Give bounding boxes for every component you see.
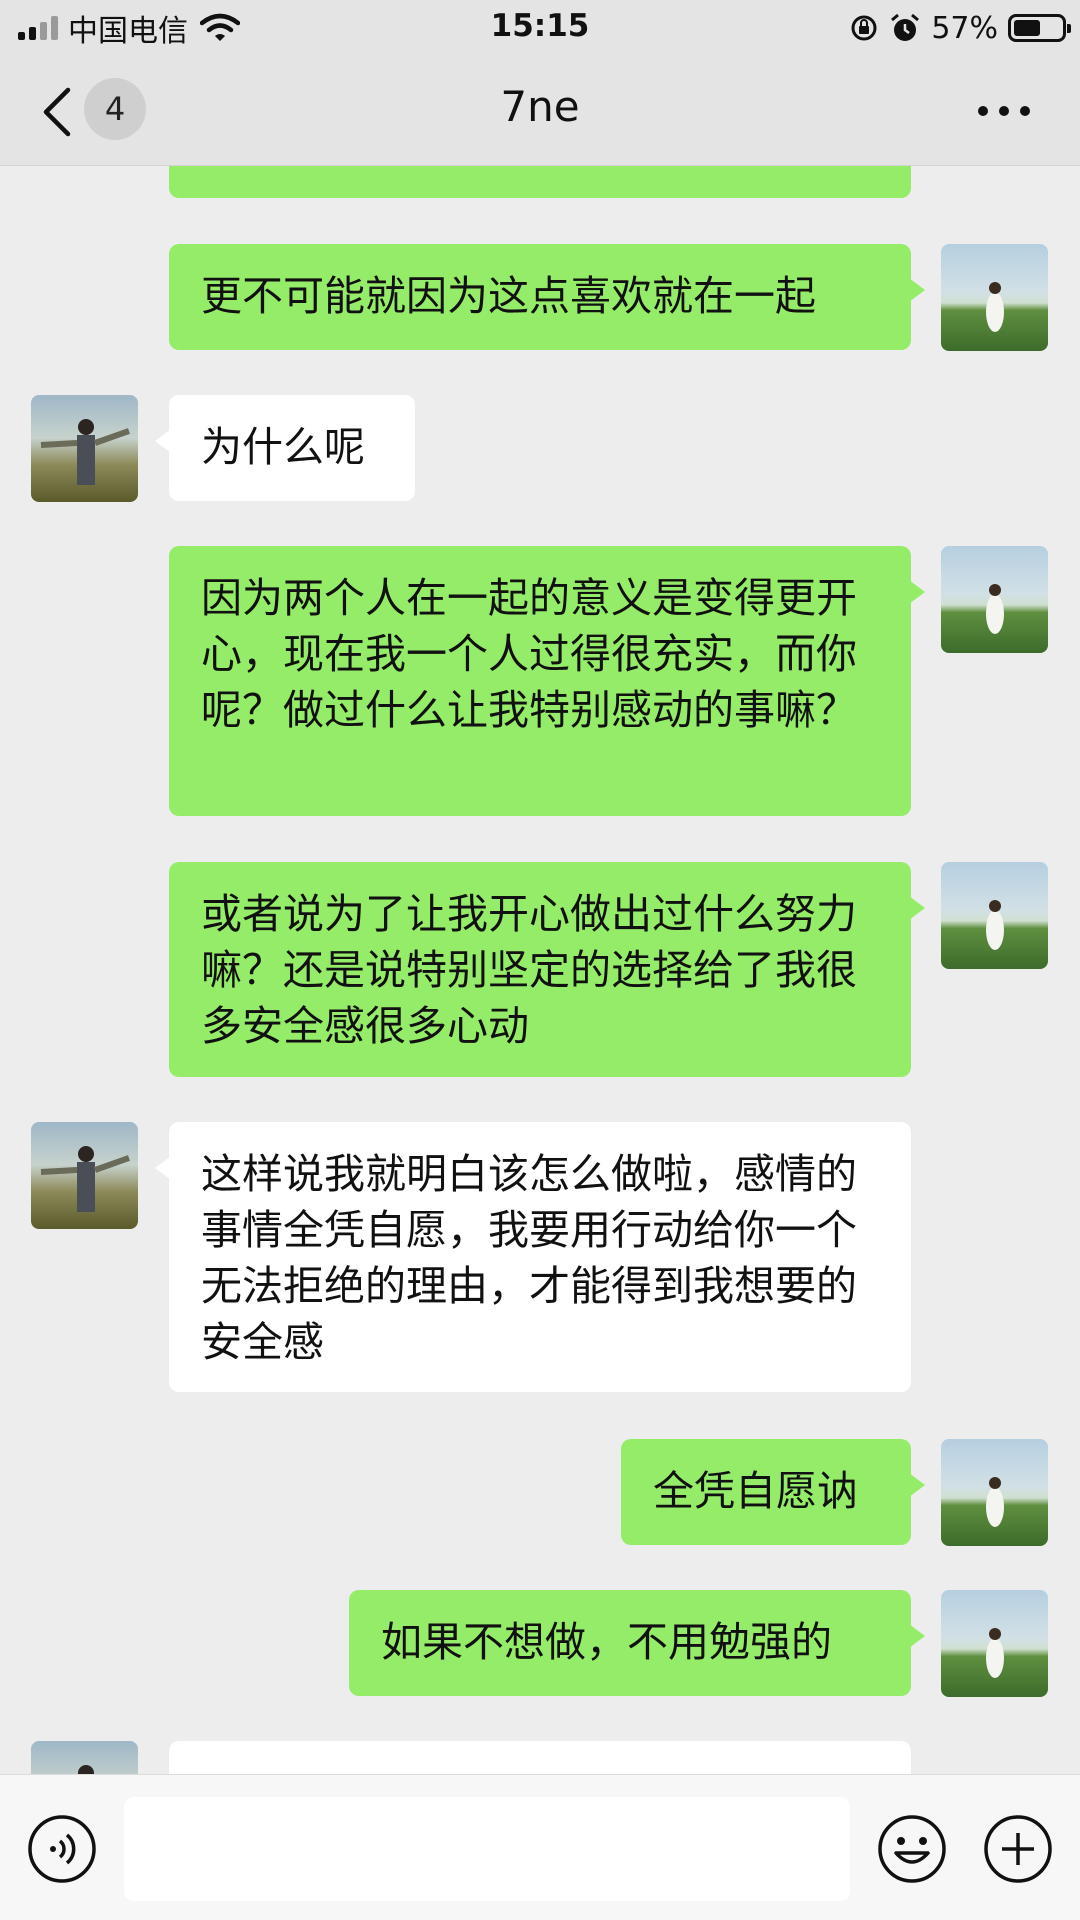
message-text: 更不可能就因为这点喜欢就在一起 (201, 272, 816, 320)
status-bar: 中国电信 15:15 57% (0, 0, 1080, 56)
message-text: 如果不想做，不用勉强的 (381, 1618, 832, 1666)
voice-button[interactable] (26, 1813, 98, 1885)
emoji-icon (878, 1815, 946, 1883)
message-text: 全凭自愿讷 (653, 1467, 858, 1515)
battery-level (1014, 20, 1041, 36)
friend-avatar[interactable] (31, 395, 138, 502)
avatar-image (40, 1146, 130, 1212)
avatar-image (986, 900, 1004, 950)
avatar-image (78, 1765, 94, 1774)
message-bubble[interactable]: 或者说为了让我开心做出过什么努力嘛？还是说特别坚定的选择给了我很多安全感很多心动 (169, 862, 925, 1077)
message-list[interactable]: 更不可能就因为这点喜欢就在一起 为什么呢 因为两个人在一起的意义是变得更开心，现… (0, 166, 1080, 1774)
avatar-image (986, 584, 1004, 634)
my-avatar[interactable] (941, 1439, 1048, 1546)
message-bubble[interactable]: 这样说我就明白该怎么做啦，感情的事情全凭自愿，我要用行动给你一个无法拒绝的理由，… (155, 1122, 911, 1392)
more-functions-button[interactable] (982, 1813, 1054, 1885)
message-bubble[interactable] (169, 166, 911, 198)
friend-avatar[interactable] (31, 1741, 138, 1774)
my-avatar[interactable] (941, 546, 1048, 653)
rotation-lock-icon (851, 15, 877, 41)
message-bubble[interactable]: 为什么呢 (155, 395, 415, 501)
chat-title: 7ne (500, 82, 580, 131)
chat-header: 4 7ne (0, 56, 1080, 166)
message-text: 为什么呢 (201, 423, 365, 471)
avatar-image (986, 282, 1004, 332)
battery-icon (1008, 14, 1071, 42)
message-bubble[interactable]: 如果不想做，不用勉强的 (349, 1590, 925, 1696)
input-bar (0, 1774, 1080, 1920)
more-button[interactable] (974, 86, 1034, 136)
message-bubble[interactable]: 因为两个人在一起的意义是变得更开心，现在我一个人过得很充实，而你呢？做过什么让我… (169, 546, 925, 816)
avatar-image (986, 1477, 1004, 1527)
alarm-icon (891, 13, 920, 41)
plus-icon (984, 1815, 1052, 1883)
my-avatar[interactable] (941, 862, 1048, 969)
message-text: 或者说为了让我开心做出过什么努力嘛？还是说特别坚定的选择给了我很多安全感很多心动 (201, 890, 857, 1050)
message-text: 因为两个人在一起的意义是变得更开心，现在我一个人过得很充实，而你呢？做过什么让我… (201, 574, 857, 734)
message-bubble[interactable] (169, 1741, 911, 1774)
status-right: 57% (849, 10, 1071, 46)
ellipsis-icon (978, 106, 1030, 116)
avatar-image (986, 1628, 1004, 1678)
battery-percent: 57% (931, 10, 998, 46)
voice-icon (28, 1815, 96, 1883)
avatar-image (40, 419, 130, 485)
message-input[interactable] (124, 1797, 850, 1901)
message-bubble[interactable]: 全凭自愿讷 (621, 1439, 925, 1545)
my-avatar[interactable] (941, 1590, 1048, 1697)
friend-avatar[interactable] (31, 1122, 138, 1229)
my-avatar[interactable] (941, 244, 1048, 351)
message-bubble[interactable]: 更不可能就因为这点喜欢就在一起 (169, 244, 925, 350)
emoji-button[interactable] (876, 1813, 948, 1885)
message-text: 这样说我就明白该怎么做啦，感情的事情全凭自愿，我要用行动给你一个无法拒绝的理由，… (201, 1150, 857, 1366)
